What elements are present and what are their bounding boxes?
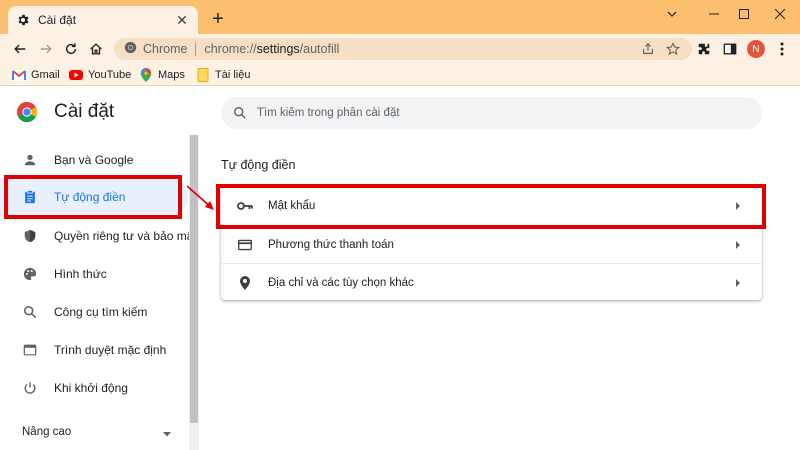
close-tab-icon[interactable]: ✕ xyxy=(174,12,190,28)
sidebar-item-label: Quyền riêng tư và bảo mật xyxy=(54,229,197,243)
new-tab-button[interactable]: + xyxy=(208,9,228,30)
credit-card-icon xyxy=(237,237,253,253)
sidebar-advanced[interactable]: Nâng cao xyxy=(22,426,71,438)
bookmark-folder[interactable]: Tài liệu xyxy=(196,67,250,83)
power-icon xyxy=(22,380,38,396)
section-title: Tự động điền xyxy=(221,158,296,172)
settings-page: Cài đặt Bạn và Google Tự động điền Quyền… xyxy=(0,87,800,450)
sidebar-item-label: Bạn và Google xyxy=(54,153,134,167)
palette-icon xyxy=(22,266,38,282)
bookmark-label: Tài liệu xyxy=(215,69,251,81)
folder-icon xyxy=(196,68,210,82)
arrow-right-icon xyxy=(733,278,743,288)
row-payment-methods[interactable]: Phương thức thanh toán xyxy=(221,225,762,263)
site-chip-label: Chrome xyxy=(143,42,188,56)
maximize-icon[interactable] xyxy=(726,4,762,24)
bookmark-maps[interactable]: Maps xyxy=(139,67,185,83)
sidebar-item-label: Khi khởi động xyxy=(54,381,128,395)
page-title: Cài đặt xyxy=(54,101,115,122)
forward-button[interactable] xyxy=(36,39,56,59)
profile-avatar[interactable]: N xyxy=(747,40,765,58)
browser-icon xyxy=(22,342,38,358)
bookmark-label: Gmail xyxy=(31,69,60,81)
highlight-autofill-sidebar xyxy=(4,175,182,219)
sidebar-scrollbar[interactable] xyxy=(189,135,199,450)
bookmark-youtube[interactable]: YouTube xyxy=(69,67,131,83)
row-label: Phương thức thanh toán xyxy=(268,238,394,251)
bookmark-gmail[interactable]: Gmail xyxy=(12,67,60,83)
search-icon xyxy=(22,304,38,320)
shield-icon xyxy=(22,228,38,244)
location-pin-icon xyxy=(237,275,253,291)
tab-settings[interactable]: Cài đặt ✕ xyxy=(8,6,198,34)
share-icon[interactable] xyxy=(638,39,658,59)
bookmarks-bar: Gmail YouTube Maps Tài liệu xyxy=(0,64,800,86)
bookmark-label: Maps xyxy=(158,69,185,81)
address-bar[interactable]: Chrome chrome://settings/autofill xyxy=(114,38,692,60)
tab-strip: Cài đặt ✕ + xyxy=(0,0,800,34)
tab-title: Cài đặt xyxy=(38,13,77,27)
sidebar-item-label: Hình thức xyxy=(54,267,107,281)
sidebar-item-label: Trình duyệt mặc định xyxy=(54,343,167,357)
toolbar: Chrome chrome://settings/autofill xyxy=(0,34,800,64)
maps-icon xyxy=(139,68,153,82)
more-menu-icon[interactable] xyxy=(772,39,792,59)
extensions-icon[interactable] xyxy=(694,39,714,59)
back-button[interactable] xyxy=(10,39,30,59)
highlight-passwords-row xyxy=(216,184,766,229)
row-addresses[interactable]: Địa chỉ và các tùy chọn khác xyxy=(221,263,762,301)
url-text: chrome://settings/autofill xyxy=(204,42,340,56)
home-button[interactable] xyxy=(86,39,106,59)
sidebar-item-on-startup[interactable]: Khi khởi động xyxy=(0,369,188,407)
settings-search[interactable] xyxy=(221,97,762,129)
row-label: Địa chỉ và các tùy chọn khác xyxy=(268,276,414,289)
bookmark-label: YouTube xyxy=(88,69,132,81)
address-separator xyxy=(195,42,197,56)
caret-down-icon[interactable] xyxy=(162,427,172,441)
gmail-icon xyxy=(12,68,26,82)
settings-header: Cài đặt xyxy=(16,101,114,123)
bookmark-star-icon[interactable] xyxy=(663,39,683,59)
scrollbar-thumb[interactable] xyxy=(190,135,198,423)
sidebar-item-privacy[interactable]: Quyền riêng tư và bảo mật xyxy=(0,217,197,255)
sidebar-item-you-and-google[interactable]: Bạn và Google xyxy=(0,141,188,179)
sidebar-item-appearance[interactable]: Hình thức xyxy=(0,255,188,293)
sidebar-item-label: Công cụ tìm kiếm xyxy=(54,305,148,319)
sidebar-item-search-engine[interactable]: Công cụ tìm kiếm xyxy=(0,293,188,331)
chrome-logo-icon xyxy=(16,101,38,123)
side-panel-icon[interactable] xyxy=(720,39,740,59)
arrow-right-icon xyxy=(733,240,743,250)
search-input[interactable] xyxy=(257,107,737,119)
gear-icon xyxy=(16,13,30,27)
sidebar-item-default-browser[interactable]: Trình duyệt mặc định xyxy=(0,331,188,369)
person-icon xyxy=(22,152,38,168)
reload-button[interactable] xyxy=(61,39,81,59)
search-icon xyxy=(233,105,249,121)
chrome-icon xyxy=(124,41,137,57)
close-icon[interactable] xyxy=(762,4,798,24)
chevron-down-icon[interactable] xyxy=(654,4,690,24)
youtube-icon xyxy=(69,68,83,82)
